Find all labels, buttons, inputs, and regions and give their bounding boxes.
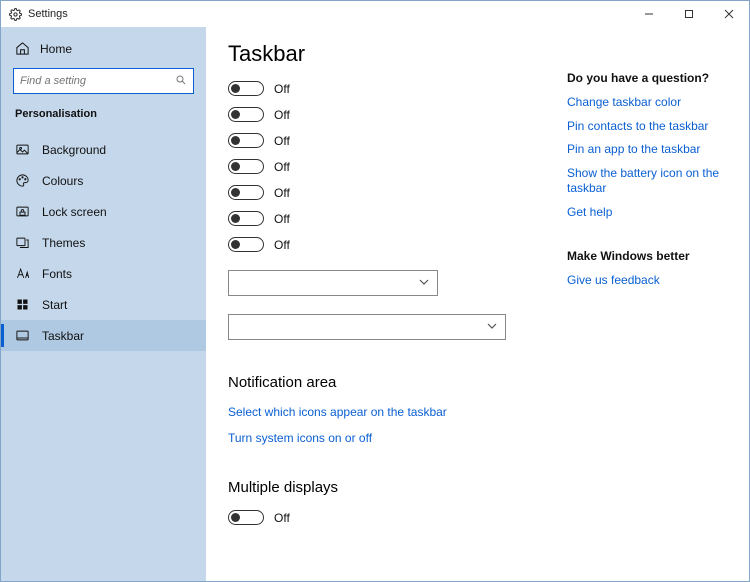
toggle-row: Off bbox=[228, 159, 537, 174]
sidebar-item-start[interactable]: Start bbox=[1, 289, 206, 320]
feedback-header: Make Windows better bbox=[567, 249, 737, 263]
sidebar-home[interactable]: Home bbox=[1, 33, 206, 64]
link-system-icons[interactable]: Turn system icons on or off bbox=[228, 431, 537, 445]
chevron-down-icon bbox=[419, 276, 429, 290]
toggle-row: Off bbox=[228, 211, 537, 226]
sidebar-item-taskbar[interactable]: Taskbar bbox=[1, 320, 206, 351]
toggle-switch[interactable] bbox=[228, 159, 264, 174]
toggle-state: Off bbox=[274, 511, 290, 525]
toggle-state: Off bbox=[274, 134, 290, 148]
toggle-row: Off bbox=[228, 133, 537, 148]
titlebar: Settings bbox=[1, 1, 749, 27]
sidebar-item-label: Taskbar bbox=[42, 329, 84, 343]
sidebar-item-label: Themes bbox=[42, 236, 85, 250]
search-input[interactable] bbox=[20, 75, 170, 87]
search-icon bbox=[175, 74, 187, 89]
question-header: Do you have a question? bbox=[567, 71, 737, 85]
sidebar-item-label: Background bbox=[42, 143, 106, 157]
toggle-switch[interactable] bbox=[228, 211, 264, 226]
toggle-switch[interactable] bbox=[228, 185, 264, 200]
toggle-state: Off bbox=[274, 212, 290, 226]
help-link[interactable]: Change taskbar color bbox=[567, 95, 737, 111]
titlebar-left: Settings bbox=[1, 8, 68, 21]
multiple-displays-header: Multiple displays bbox=[228, 479, 537, 496]
feedback-link[interactable]: Give us feedback bbox=[567, 273, 737, 289]
notification-area-header: Notification area bbox=[228, 374, 537, 391]
toggle-row: Off bbox=[228, 107, 537, 122]
maximize-button[interactable] bbox=[669, 1, 709, 27]
sidebar-item-lockscreen[interactable]: Lock screen bbox=[1, 196, 206, 227]
picture-icon bbox=[15, 142, 30, 157]
main: Taskbar Off Off Off Off bbox=[206, 27, 749, 581]
sidebar-item-label: Lock screen bbox=[42, 205, 107, 219]
taskbar-icon bbox=[15, 328, 30, 343]
dropdown-1[interactable] bbox=[228, 270, 438, 296]
content: Taskbar Off Off Off Off bbox=[206, 27, 559, 581]
toggle-switch[interactable] bbox=[228, 133, 264, 148]
toggle-state: Off bbox=[274, 82, 290, 96]
fonts-icon bbox=[15, 266, 30, 281]
toggle-state: Off bbox=[274, 238, 290, 252]
link-select-icons[interactable]: Select which icons appear on the taskbar bbox=[228, 405, 537, 419]
sidebar-item-background[interactable]: Background bbox=[1, 134, 206, 165]
sidebar-item-label: Colours bbox=[42, 174, 83, 188]
sidebar-item-colours[interactable]: Colours bbox=[1, 165, 206, 196]
chevron-down-icon bbox=[487, 320, 497, 334]
help-link[interactable]: Pin an app to the taskbar bbox=[567, 142, 737, 158]
window-controls bbox=[629, 1, 749, 27]
toggle-state: Off bbox=[274, 186, 290, 200]
sidebar-item-fonts[interactable]: Fonts bbox=[1, 258, 206, 289]
body: Home Personalisation Background Colours bbox=[1, 27, 749, 581]
window-title: Settings bbox=[28, 8, 68, 20]
toggle-row: Off bbox=[228, 185, 537, 200]
settings-window: Settings Home Personalisation bbox=[0, 0, 750, 582]
toggle-row: Off bbox=[228, 237, 537, 252]
toggle-state: Off bbox=[274, 160, 290, 174]
start-icon bbox=[15, 297, 30, 312]
minimize-button[interactable] bbox=[629, 1, 669, 27]
sidebar-section-label: Personalisation bbox=[1, 102, 206, 130]
help-link[interactable]: Get help bbox=[567, 205, 737, 221]
toggle-switch[interactable] bbox=[228, 510, 264, 525]
help-link[interactable]: Show the battery icon on the taskbar bbox=[567, 166, 737, 197]
right-panel: Do you have a question? Change taskbar c… bbox=[559, 27, 749, 581]
sidebar-item-label: Start bbox=[42, 298, 67, 312]
themes-icon bbox=[15, 235, 30, 250]
toggle-state: Off bbox=[274, 108, 290, 122]
gear-icon bbox=[9, 8, 22, 21]
toggle-switch[interactable] bbox=[228, 237, 264, 252]
close-button[interactable] bbox=[709, 1, 749, 27]
help-link[interactable]: Pin contacts to the taskbar bbox=[567, 119, 737, 135]
search-box[interactable] bbox=[13, 68, 194, 94]
page-title: Taskbar bbox=[228, 41, 537, 67]
sidebar: Home Personalisation Background Colours bbox=[1, 27, 206, 581]
toggle-row: Off bbox=[228, 81, 537, 96]
toggle-row: Off bbox=[228, 510, 537, 525]
lockscreen-icon bbox=[15, 204, 30, 219]
palette-icon bbox=[15, 173, 30, 188]
toggle-switch[interactable] bbox=[228, 107, 264, 122]
sidebar-home-label: Home bbox=[40, 42, 72, 56]
toggle-switch[interactable] bbox=[228, 81, 264, 96]
sidebar-nav: Background Colours Lock screen Themes Fo… bbox=[1, 130, 206, 351]
sidebar-item-label: Fonts bbox=[42, 267, 72, 281]
home-icon bbox=[15, 41, 30, 56]
sidebar-item-themes[interactable]: Themes bbox=[1, 227, 206, 258]
dropdown-2[interactable] bbox=[228, 314, 506, 340]
